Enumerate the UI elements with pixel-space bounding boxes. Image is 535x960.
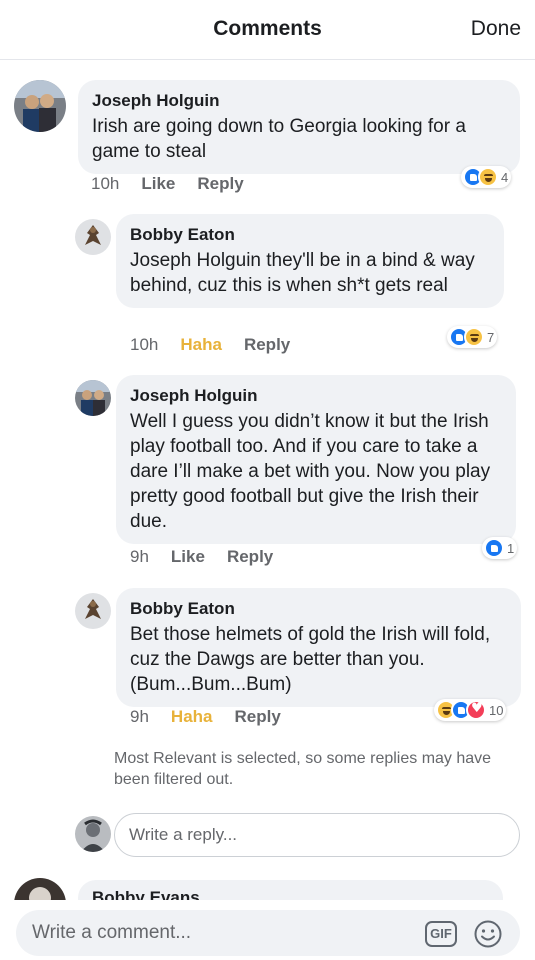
comment-bubble: Bobby Eaton Joseph Holguin they'll be in… [116, 214, 504, 308]
my-avatar [75, 816, 111, 852]
haha-reaction-button[interactable]: Haha [180, 335, 222, 355]
like-icon [484, 538, 504, 558]
avatar[interactable] [75, 593, 111, 629]
avatar[interactable] [75, 380, 111, 416]
reply-button[interactable]: Reply [197, 174, 243, 194]
comment-bubble: Joseph Holguin Well I guess you didn’t k… [116, 375, 516, 544]
comment-bubble: Bobby Eaton Bet those helmets of gold th… [116, 588, 521, 707]
comment-meta: 9h Haha Reply [130, 707, 281, 727]
avatar[interactable] [75, 219, 111, 255]
like-button[interactable]: Like [141, 174, 175, 194]
comment-text: Bet those helmets of gold the Irish will… [130, 624, 491, 695]
reply-input[interactable]: Write a reply... [114, 813, 520, 857]
comment-time[interactable]: 9h [130, 707, 149, 727]
reaction-summary[interactable]: 10 [434, 699, 507, 721]
comment-author[interactable]: Bobby Eaton [130, 598, 507, 620]
haha-icon [464, 327, 484, 347]
comment-meta: 10h Haha Reply [130, 335, 290, 355]
comment-author[interactable]: Joseph Holguin [130, 385, 502, 407]
comment-author[interactable]: Bobby Eaton [130, 224, 490, 246]
comment-time[interactable]: 10h [91, 174, 119, 194]
gif-icon[interactable]: GIF [425, 921, 457, 947]
reply-button[interactable]: Reply [244, 335, 290, 355]
haha-icon [478, 167, 498, 187]
reaction-count: 4 [501, 169, 509, 185]
comment-time[interactable]: 9h [130, 547, 149, 567]
comment-bubble: Joseph Holguin Irish are going down to G… [78, 80, 520, 174]
reaction-summary[interactable]: 4 [461, 166, 512, 188]
comment-text: Well I guess you didn’t know it but the … [130, 411, 491, 532]
reaction-count: 10 [489, 702, 504, 718]
reply-button[interactable]: Reply [227, 547, 273, 567]
filter-notice: Most Relevant is selected, so some repli… [114, 750, 492, 788]
comment-meta: 10h Like Reply [91, 174, 244, 194]
reaction-count: 7 [487, 329, 495, 345]
page-title: Comments [213, 17, 322, 40]
comment-time[interactable]: 10h [130, 335, 158, 355]
comment-author[interactable]: Joseph Holguin [92, 90, 506, 112]
comment-text: Joseph Holguin they'll be in a bind & wa… [130, 250, 475, 296]
reaction-count: 1 [507, 540, 515, 556]
header-bar: Comments Done [0, 0, 535, 60]
like-button[interactable]: Like [171, 547, 205, 567]
reaction-summary[interactable]: 1 [482, 537, 518, 559]
heart-icon [466, 700, 486, 720]
emoji-icon[interactable] [473, 919, 503, 949]
haha-reaction-button[interactable]: Haha [171, 707, 213, 727]
done-button[interactable]: Done [471, 17, 521, 41]
avatar[interactable] [14, 80, 66, 132]
comment-text: Irish are going down to Georgia looking … [92, 116, 466, 162]
comment-meta: 9h Like Reply [130, 547, 273, 567]
reaction-summary[interactable]: 7 [447, 326, 498, 348]
reply-button[interactable]: Reply [235, 707, 281, 727]
